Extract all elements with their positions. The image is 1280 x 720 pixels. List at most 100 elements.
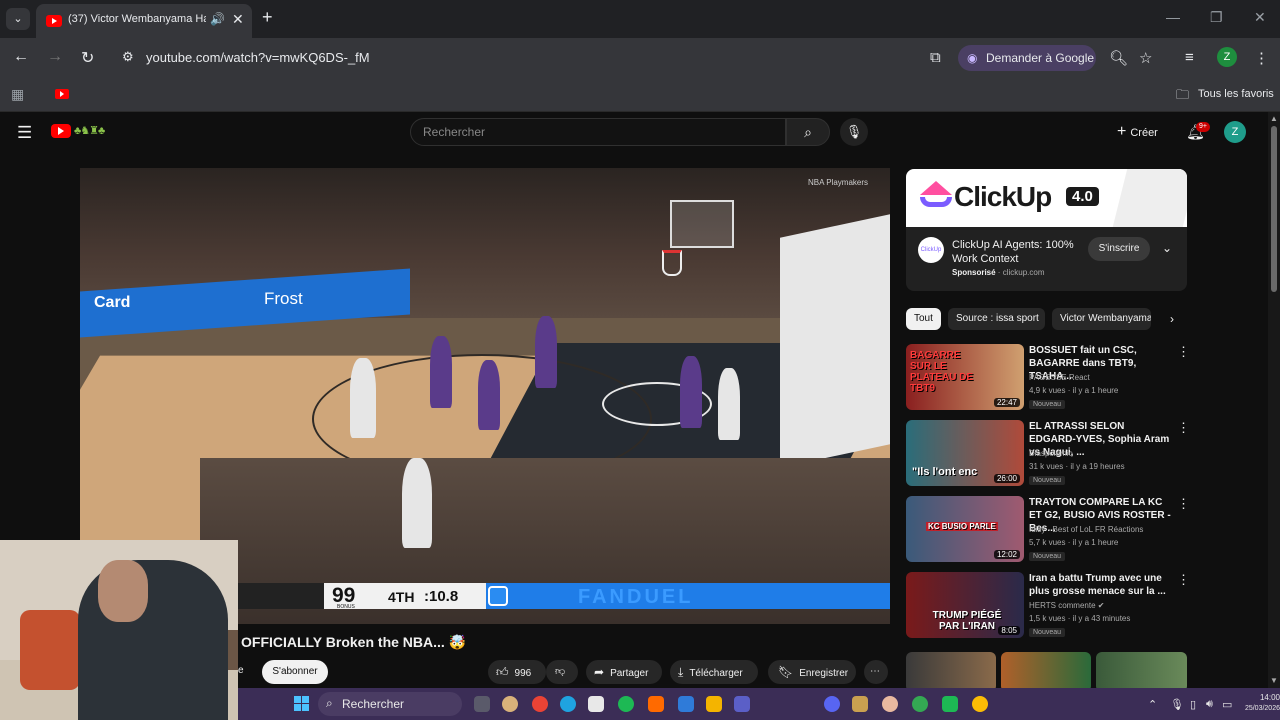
- more-vertical-icon[interactable]: ⋮: [1177, 496, 1190, 512]
- youtube-doodle-icon[interactable]: ♣♞♜♣: [74, 124, 105, 137]
- recommendation-item[interactable]: TRUMP PIÉGÉ PAR L'IRAN 8:05 Iran a battu…: [906, 572, 1190, 642]
- video-thumbnail[interactable]: "Ils l'ont enc 26:00: [906, 420, 1024, 486]
- more-vertical-icon[interactable]: ⋮: [1177, 572, 1190, 588]
- edge-icon[interactable]: [560, 696, 576, 712]
- chrome-profile-icon[interactable]: [912, 696, 928, 712]
- like-button[interactable]: 👍︎ 996: [488, 660, 546, 684]
- recommendation-channel[interactable]: PAGESSE React: [1029, 373, 1090, 382]
- app-icon[interactable]: [942, 696, 958, 712]
- bookmark-star-icon[interactable]: ☆: [1139, 49, 1152, 67]
- recommendation-channel[interactable]: HERTS commente ✔: [1029, 601, 1104, 610]
- new-tab-button[interactable]: +: [262, 7, 273, 28]
- sponsored-ad-card[interactable]: ClickUp 4.0 ClickUp ClickUp AI Agents: 1…: [906, 169, 1187, 291]
- video-frame-player: [718, 368, 740, 440]
- windows-start-icon[interactable]: [294, 696, 310, 712]
- media-controls-icon[interactable]: ≡: [1185, 49, 1194, 66]
- task-view-icon[interactable]: [474, 696, 490, 712]
- chrome-canary-icon[interactable]: [972, 696, 988, 712]
- app-icon[interactable]: [502, 696, 518, 712]
- channel-name[interactable]: e: [238, 665, 244, 676]
- taskbar-search[interactable]: ⌕ Rechercher: [318, 692, 462, 716]
- youtube-logo[interactable]: [51, 124, 71, 138]
- tab-close-icon[interactable]: ✕: [232, 11, 244, 28]
- search-button[interactable]: ⌕: [786, 118, 830, 146]
- app-icon[interactable]: [882, 696, 898, 712]
- voice-search-button[interactable]: 🎙︎: [840, 118, 868, 146]
- site-info-icon[interactable]: ⚙: [122, 49, 134, 65]
- youtube-bookmark-icon[interactable]: [55, 89, 69, 99]
- taskbar-date[interactable]: 25/03/2026: [1228, 705, 1280, 712]
- subscribe-button[interactable]: S'abonner: [262, 660, 328, 684]
- search-input[interactable]: Rechercher: [410, 118, 786, 146]
- dislike-button[interactable]: 👎︎: [546, 660, 578, 684]
- create-button[interactable]: + Créer: [1117, 119, 1169, 145]
- file-explorer-icon[interactable]: [706, 696, 722, 712]
- chip-all[interactable]: Tout: [906, 308, 941, 330]
- address-bar[interactable]: ⚙ youtube.com/watch?v=mwKQ6DS-_fM: [112, 43, 920, 73]
- recommendation-title[interactable]: Iran a battu Trump avec une plus grosse …: [1029, 572, 1171, 598]
- forward-icon[interactable]: →: [47, 48, 63, 66]
- recommendation-channel[interactable]: Idizy - Best of LoL FR Réactions: [1029, 525, 1143, 534]
- ad-title[interactable]: ClickUp AI Agents: 100% Work Context: [952, 238, 1082, 266]
- recommendation-channel[interactable]: Diaspolemic: [1029, 449, 1073, 458]
- audio-playing-icon[interactable]: 🔊: [210, 12, 225, 26]
- more-vertical-icon[interactable]: ⋮: [1177, 420, 1190, 436]
- zoom-search-icon[interactable]: 🔍︎: [1109, 49, 1128, 67]
- reload-icon[interactable]: ↻: [81, 48, 94, 68]
- folder-icon[interactable]: 🗀: [1176, 86, 1189, 108]
- ad-banner[interactable]: ClickUp 4.0: [906, 169, 1187, 227]
- recommendation-item[interactable]: BAGARRE SUR LE PLATEAU DE TBT9 22:47 BOS…: [906, 344, 1190, 414]
- window-close-icon[interactable]: ✕: [1254, 9, 1266, 26]
- chrome-icon[interactable]: [532, 696, 548, 712]
- browser-tab-active[interactable]: (37) Victor Wembanyama Has 🔊 ✕: [36, 4, 252, 38]
- minimize-icon[interactable]: —: [1166, 9, 1180, 25]
- chip-source[interactable]: Source : issa sport: [948, 308, 1045, 330]
- apps-grid-icon[interactable]: ▦: [11, 86, 24, 103]
- short-thumbnail[interactable]: [1096, 652, 1187, 692]
- short-thumbnail[interactable]: [906, 652, 996, 692]
- spotify-icon[interactable]: [618, 696, 634, 712]
- ad-advertiser-avatar[interactable]: ClickUp: [918, 237, 944, 263]
- guide-menu-icon[interactable]: ☰: [17, 123, 32, 143]
- chevron-right-icon[interactable]: ›: [1170, 312, 1174, 326]
- app-icon[interactable]: [648, 696, 664, 712]
- app-icon[interactable]: [852, 696, 868, 712]
- browser-menu-icon[interactable]: ⋮: [1254, 49, 1269, 67]
- taskbar-time[interactable]: 14:00: [1248, 693, 1280, 702]
- video-thumbnail[interactable]: TRUMP PIÉGÉ PAR L'IRAN 8:05: [906, 572, 1024, 638]
- back-icon[interactable]: ←: [13, 48, 29, 66]
- share-button[interactable]: ➦ Partager: [586, 660, 662, 684]
- account-avatar[interactable]: Z: [1224, 121, 1246, 143]
- microphone-icon[interactable]: 🎙︎: [1170, 698, 1184, 711]
- download-button[interactable]: ⤓ Télécharger: [670, 660, 758, 684]
- tab-search-dropdown-icon[interactable]: ⌄: [6, 8, 30, 30]
- scrollbar-thumb[interactable]: [1271, 126, 1277, 292]
- cast-icon[interactable]: ⧉: [930, 49, 941, 66]
- page-scrollbar[interactable]: [1268, 112, 1280, 688]
- browser-profile-avatar[interactable]: Z: [1217, 47, 1237, 67]
- teams-icon[interactable]: [734, 696, 750, 712]
- chip-wembanyama[interactable]: Victor Wembanyama: [1052, 308, 1151, 330]
- save-button[interactable]: 🔖︎ Enregistrer: [768, 660, 856, 684]
- scroll-down-icon[interactable]: ▼: [1270, 676, 1278, 685]
- ad-signup-button[interactable]: S'inscrire: [1088, 237, 1150, 261]
- mail-icon[interactable]: [678, 696, 694, 712]
- more-actions-button[interactable]: ⋯: [864, 660, 888, 684]
- all-bookmarks-label[interactable]: Tous les favoris: [1198, 88, 1274, 100]
- short-thumbnail[interactable]: [1001, 652, 1091, 692]
- video-thumbnail[interactable]: BAGARRE SUR LE PLATEAU DE TBT9 22:47: [906, 344, 1024, 410]
- network-icon[interactable]: ▯: [1190, 698, 1196, 711]
- volume-icon[interactable]: 🔊︎: [1206, 698, 1213, 711]
- recommendation-item[interactable]: KC BUSIO PARLE 12:02 TRAYTON COMPARE LA …: [906, 496, 1190, 566]
- more-vertical-icon[interactable]: ⋮: [1177, 344, 1190, 360]
- recommendation-item[interactable]: "Ils l'ont enc 26:00 EL ATRASSI SELON ED…: [906, 420, 1190, 490]
- ask-google-button[interactable]: ◉ Demander à Google: [958, 45, 1096, 71]
- restore-icon[interactable]: ❐: [1210, 9, 1223, 26]
- store-icon[interactable]: [588, 696, 604, 712]
- video-thumbnail[interactable]: KC BUSIO PARLE 12:02: [906, 496, 1024, 562]
- scroll-up-icon[interactable]: ▲: [1270, 114, 1278, 123]
- tray-chevron-icon[interactable]: ⌃: [1148, 698, 1157, 711]
- discord-icon[interactable]: [824, 696, 840, 712]
- chevron-down-icon[interactable]: ⌄: [1162, 241, 1172, 255]
- url-text[interactable]: youtube.com/watch?v=mwKQ6DS-_fM: [146, 50, 370, 65]
